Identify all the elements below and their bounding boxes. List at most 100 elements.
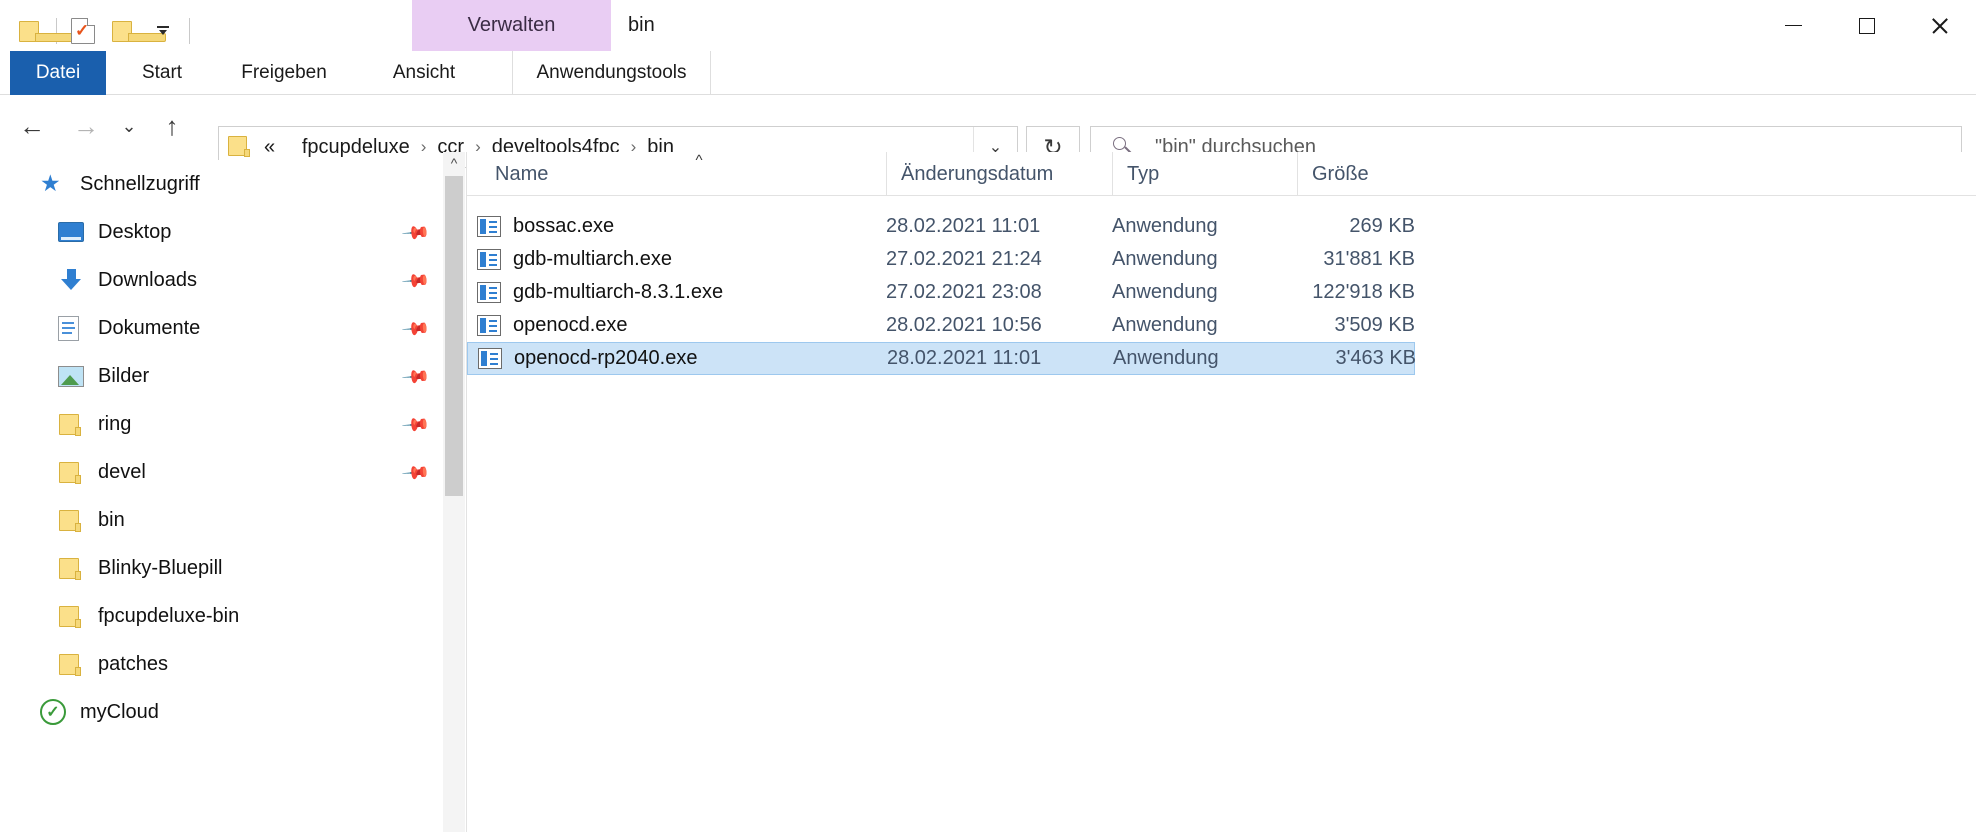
window-controls bbox=[1757, 0, 1976, 51]
file-date-cell: 28.02.2021 10:56 bbox=[886, 314, 1042, 336]
scroll-up-icon[interactable]: ^ bbox=[443, 152, 465, 174]
file-size-cell: 31'881 KB bbox=[1323, 248, 1415, 270]
column-headers: ^ Name Änderungsdatum Typ Größe bbox=[467, 152, 1976, 196]
contextual-tab-group-label: Verwalten bbox=[467, 14, 556, 36]
sidebar-item-label: Desktop bbox=[98, 220, 172, 243]
pin-icon[interactable]: 📌 bbox=[401, 314, 431, 344]
sidebar-item-dokumente[interactable]: Dokumente 📌 bbox=[0, 304, 443, 352]
file-date-cell: 27.02.2021 21:24 bbox=[886, 248, 1042, 270]
qat-properties-button[interactable]: ✓ bbox=[63, 9, 103, 53]
file-size-cell: 3'463 KB bbox=[1335, 347, 1416, 369]
tab-start-label: Start bbox=[141, 62, 183, 83]
sidebar-item-label: bin bbox=[98, 508, 125, 531]
file-date-cell: 27.02.2021 23:08 bbox=[886, 281, 1042, 303]
sidebar-item-patches[interactable]: patches bbox=[0, 640, 443, 688]
file-size-cell: 3'509 KB bbox=[1334, 314, 1415, 336]
file-name-cell: openocd-rp2040.exe bbox=[478, 347, 697, 370]
qat-customize-button[interactable] bbox=[143, 9, 183, 53]
forward-button[interactable]: → bbox=[64, 106, 108, 146]
scrollbar-thumb[interactable] bbox=[445, 176, 463, 496]
table-row[interactable]: bossac.exe 28.02.2021 11:01 Anwendung 26… bbox=[467, 210, 1415, 243]
sidebar-item-bilder[interactable]: Bilder 📌 bbox=[0, 352, 443, 400]
maximize-button[interactable] bbox=[1830, 0, 1903, 51]
breadcrumb-item-0[interactable]: fpcupdeluxe bbox=[300, 136, 412, 159]
sidebar-item-mycloud[interactable]: ✓ myCloud bbox=[0, 688, 443, 736]
pin-icon[interactable]: 📌 bbox=[401, 458, 431, 488]
sidebar-item-label: Schnellzugriff bbox=[80, 172, 200, 195]
table-row[interactable]: gdb-multiarch-8.3.1.exe 27.02.2021 23:08… bbox=[467, 276, 1415, 309]
breadcrumb-separator bbox=[277, 137, 300, 157]
file-date-cell: 28.02.2021 11:01 bbox=[887, 347, 1042, 369]
file-size-cell: 269 KB bbox=[1349, 215, 1415, 237]
sidebar-item-blinky-bluepill[interactable]: Blinky-Bluepill bbox=[0, 544, 443, 592]
table-row[interactable]: openocd-rp2040.exe 28.02.2021 11:01 Anwe… bbox=[467, 342, 1416, 375]
file-name-cell: openocd.exe bbox=[477, 314, 628, 337]
column-header-label: Name bbox=[495, 162, 549, 185]
tab-ansicht[interactable]: Ansicht bbox=[368, 51, 480, 95]
pin-icon[interactable]: 📌 bbox=[401, 410, 431, 440]
window-title: bin bbox=[628, 0, 655, 51]
minimize-button[interactable] bbox=[1757, 0, 1830, 51]
recent-locations-button[interactable]: ⌄ bbox=[112, 106, 146, 146]
file-name-cell: bossac.exe bbox=[477, 215, 614, 238]
column-header-groesse[interactable]: Größe bbox=[1297, 152, 1445, 196]
pin-icon[interactable]: 📌 bbox=[401, 362, 431, 392]
folder-icon bbox=[17, 19, 73, 43]
sidebar-item-label: Downloads bbox=[98, 268, 197, 291]
window-title-text: bin bbox=[628, 14, 655, 36]
arrow-up-icon: ↑ bbox=[165, 110, 179, 141]
folder-icon bbox=[58, 605, 92, 628]
file-name-text: bossac.exe bbox=[513, 215, 615, 237]
navigation-pane: ★ Schnellzugriff Desktop 📌 Downloads 📌 D… bbox=[0, 160, 443, 832]
forward-icon: → bbox=[73, 110, 99, 141]
sidebar-item-schnellzugriff[interactable]: ★ Schnellzugriff bbox=[0, 160, 443, 208]
qat-new-folder-button[interactable] bbox=[103, 9, 166, 53]
file-list-rows: bossac.exe 28.02.2021 11:01 Anwendung 26… bbox=[467, 197, 1976, 375]
minimize-icon bbox=[1785, 24, 1802, 27]
table-row[interactable]: openocd.exe 28.02.2021 10:56 Anwendung 3… bbox=[467, 309, 1415, 342]
folder-icon bbox=[58, 653, 92, 676]
folder-icon bbox=[58, 413, 92, 436]
sidebar-item-ring[interactable]: ring 📌 bbox=[0, 400, 443, 448]
sidebar-item-label: ring bbox=[98, 412, 132, 435]
sidebar-item-label: patches bbox=[98, 652, 169, 675]
column-header-aenderungsdatum[interactable]: Änderungsdatum bbox=[886, 152, 1112, 196]
document-icon bbox=[58, 315, 92, 341]
pin-icon[interactable]: 📌 bbox=[401, 218, 431, 248]
tab-ansicht-label: Ansicht bbox=[392, 62, 456, 83]
column-header-typ[interactable]: Typ bbox=[1112, 152, 1297, 196]
navigation-pane-scrollbar[interactable]: ^ bbox=[443, 152, 465, 832]
tab-freigeben[interactable]: Freigeben bbox=[214, 51, 354, 95]
chevron-down-icon: ⌄ bbox=[121, 115, 137, 136]
sidebar-item-desktop[interactable]: Desktop 📌 bbox=[0, 208, 443, 256]
back-button[interactable]: ← bbox=[10, 106, 54, 146]
folder-icon bbox=[58, 557, 92, 580]
sidebar-item-fpcupdeluxe-bin[interactable]: fpcupdeluxe-bin bbox=[0, 592, 443, 640]
tab-datei[interactable]: Datei bbox=[10, 51, 106, 95]
sidebar-item-devel[interactable]: devel 📌 bbox=[0, 448, 443, 496]
properties-icon: ✓ bbox=[71, 18, 95, 44]
download-icon bbox=[58, 268, 92, 292]
exe-icon bbox=[477, 249, 501, 270]
new-folder-icon bbox=[110, 19, 166, 43]
file-type-cell: Anwendung bbox=[1112, 281, 1218, 303]
tab-start[interactable]: Start bbox=[116, 51, 208, 95]
table-row[interactable]: gdb-multiarch.exe 27.02.2021 21:24 Anwen… bbox=[467, 243, 1415, 276]
close-button[interactable] bbox=[1903, 0, 1976, 51]
sidebar-item-label: Dokumente bbox=[98, 316, 201, 339]
sidebar-item-downloads[interactable]: Downloads 📌 bbox=[0, 256, 443, 304]
pin-icon[interactable]: 📌 bbox=[401, 266, 431, 296]
file-date-cell: 28.02.2021 11:01 bbox=[886, 215, 1041, 237]
breadcrumb-overflow[interactable]: « bbox=[262, 136, 277, 159]
exe-icon bbox=[477, 315, 501, 336]
column-header-name[interactable]: Name bbox=[481, 152, 886, 196]
ribbon-tab-strip: Datei Start Freigeben Ansicht Anwendungs… bbox=[0, 51, 1976, 139]
breadcrumb-separator[interactable]: › bbox=[412, 137, 436, 157]
sidebar-item-bin[interactable]: bin bbox=[0, 496, 443, 544]
cloud-check-icon: ✓ bbox=[40, 699, 74, 725]
up-button[interactable]: ↑ bbox=[150, 106, 194, 146]
folder-icon bbox=[228, 136, 252, 158]
qat-folder-button[interactable] bbox=[10, 9, 73, 53]
tab-anwendungstools[interactable]: Anwendungstools bbox=[512, 51, 711, 95]
folder-icon bbox=[58, 509, 92, 532]
